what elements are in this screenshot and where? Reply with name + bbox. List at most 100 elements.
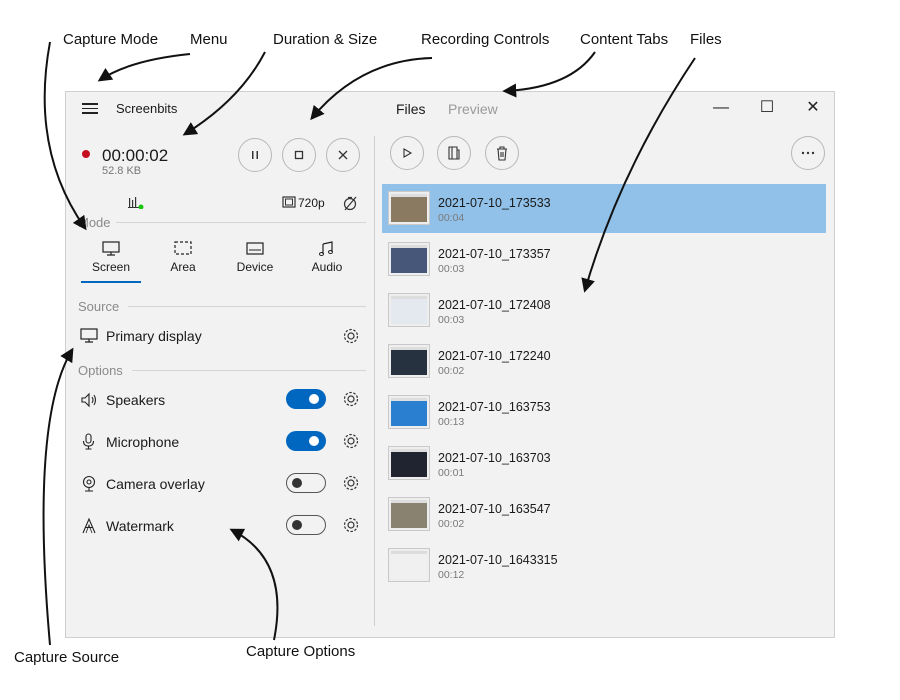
source-row[interactable]: Primary display <box>80 323 360 349</box>
microphone-settings-gear-icon[interactable] <box>342 432 360 450</box>
pause-button[interactable] <box>238 138 272 172</box>
options-section-label: Options <box>78 363 123 378</box>
pause-icon <box>252 151 258 159</box>
trash-icon <box>497 146 507 161</box>
fps-timer-icon[interactable] <box>342 195 358 211</box>
file-item-1[interactable]: 2021-07-10_173357 00:03 <box>382 235 826 284</box>
annotation-menu: Menu <box>190 31 228 48</box>
file-thumbnail <box>388 293 430 327</box>
mode-audio[interactable]: Audio <box>296 240 358 274</box>
source-divider <box>128 306 366 307</box>
annotation-files: Files <box>690 31 722 48</box>
speakers-settings-gear-icon[interactable] <box>342 390 360 408</box>
open-folder-button[interactable] <box>437 136 471 170</box>
app-window: Screenbits Files Preview — ☐ ✕ 00:00:02 … <box>65 91 835 638</box>
mode-divider <box>116 222 366 223</box>
mode-selected-indicator <box>81 281 141 283</box>
microphone-toggle[interactable] <box>286 431 326 451</box>
file-duration: 00:04 <box>438 212 465 224</box>
webcam-icon <box>82 475 96 492</box>
minimize-button[interactable]: — <box>706 97 736 119</box>
file-thumbnail <box>388 497 430 531</box>
discard-button[interactable] <box>326 138 360 172</box>
play-icon <box>403 148 413 158</box>
file-item-4[interactable]: 2021-07-10_163753 00:13 <box>382 388 826 437</box>
camera-overlay-toggle[interactable] <box>286 473 326 493</box>
arrow-menu <box>97 53 191 82</box>
file-name: 2021-07-10_163547 <box>438 502 551 516</box>
monitor-icon <box>80 328 98 343</box>
title-bar: Screenbits Files Preview — ☐ ✕ <box>66 92 834 126</box>
music-note-icon <box>319 241 333 256</box>
more-ellipsis-icon <box>801 151 815 155</box>
open-file-icon <box>448 146 460 160</box>
file-duration: 00:03 <box>438 263 465 275</box>
options-divider <box>132 370 366 371</box>
file-name: 2021-07-10_172240 <box>438 349 551 363</box>
arrow-content-tabs <box>502 51 596 98</box>
file-thumbnail <box>388 395 430 429</box>
file-duration: 00:02 <box>438 518 465 530</box>
recording-indicator <box>82 150 90 158</box>
file-thumbnail <box>388 191 430 225</box>
stop-icon <box>294 150 304 160</box>
file-name: 2021-07-10_163703 <box>438 451 551 465</box>
file-item-2[interactable]: 2021-07-10_172408 00:03 <box>382 286 826 335</box>
mode-area[interactable]: Area <box>152 240 214 274</box>
file-duration: 00:02 <box>438 365 465 377</box>
file-item-6[interactable]: 2021-07-10_163547 00:02 <box>382 490 826 539</box>
option-label-microphone: Microphone <box>106 434 180 450</box>
file-name: 2021-07-10_173533 <box>438 196 551 210</box>
more-options-button[interactable] <box>791 136 825 170</box>
file-name: 2021-07-10_172408 <box>438 298 551 312</box>
play-button[interactable] <box>390 136 424 170</box>
tab-preview[interactable]: Preview <box>448 101 498 117</box>
app-title: Screenbits <box>116 101 178 116</box>
file-name: 2021-07-10_173357 <box>438 247 551 261</box>
option-label-camera: Camera overlay <box>106 476 205 492</box>
monitor-icon <box>102 241 120 256</box>
panel-divider <box>374 136 375 626</box>
file-thumbnail <box>388 548 430 582</box>
annotation-capture-mode: Capture Mode <box>63 31 159 48</box>
watermark-icon <box>82 517 96 534</box>
stop-button[interactable] <box>282 138 316 172</box>
file-thumbnail <box>388 344 430 378</box>
annotation-capture-options: Capture Options <box>246 643 356 660</box>
recording-size: 52.8 KB <box>102 165 142 177</box>
speakers-toggle[interactable] <box>286 389 326 409</box>
camera-settings-gear-icon[interactable] <box>342 474 360 492</box>
device-icon <box>246 242 264 255</box>
file-name: 2021-07-10_1643315 <box>438 553 558 567</box>
file-item-5[interactable]: 2021-07-10_163703 00:01 <box>382 439 826 488</box>
source-value: Primary display <box>106 328 202 344</box>
file-duration: 00:12 <box>438 569 465 581</box>
mode-device[interactable]: Device <box>224 240 286 274</box>
file-item-7[interactable]: 2021-07-10_1643315 00:12 <box>382 541 826 590</box>
recording-duration: 00:00:02 <box>102 146 169 165</box>
mode-label-audio: Audio <box>311 260 343 274</box>
microphone-icon <box>82 433 95 450</box>
file-duration: 00:13 <box>438 416 465 428</box>
maximize-button[interactable]: ☐ <box>752 97 782 119</box>
file-duration: 00:01 <box>438 467 465 479</box>
mode-label-area: Area <box>170 260 196 274</box>
hamburger-menu-icon[interactable] <box>82 101 98 115</box>
file-item-3[interactable]: 2021-07-10_172240 00:02 <box>382 337 826 386</box>
watermark-toggle[interactable] <box>286 515 326 535</box>
close-x-icon <box>338 150 348 160</box>
mode-label-device: Device <box>236 260 274 274</box>
speaker-icon <box>81 392 97 408</box>
tab-files[interactable]: Files <box>396 101 426 117</box>
watermark-settings-gear-icon[interactable] <box>342 516 360 534</box>
file-name: 2021-07-10_163753 <box>438 400 551 414</box>
close-button[interactable]: ✕ <box>798 97 828 119</box>
mode-label-screen: Screen <box>91 260 131 274</box>
mode-screen[interactable]: Screen <box>80 240 142 274</box>
delete-button[interactable] <box>485 136 519 170</box>
annotation-capture-source: Capture Source <box>14 649 120 666</box>
source-section-label: Source <box>78 299 120 314</box>
file-duration: 00:03 <box>438 314 465 326</box>
source-settings-gear-icon[interactable] <box>342 327 360 345</box>
file-item-0[interactable]: 2021-07-10_173533 00:04 <box>382 184 826 233</box>
